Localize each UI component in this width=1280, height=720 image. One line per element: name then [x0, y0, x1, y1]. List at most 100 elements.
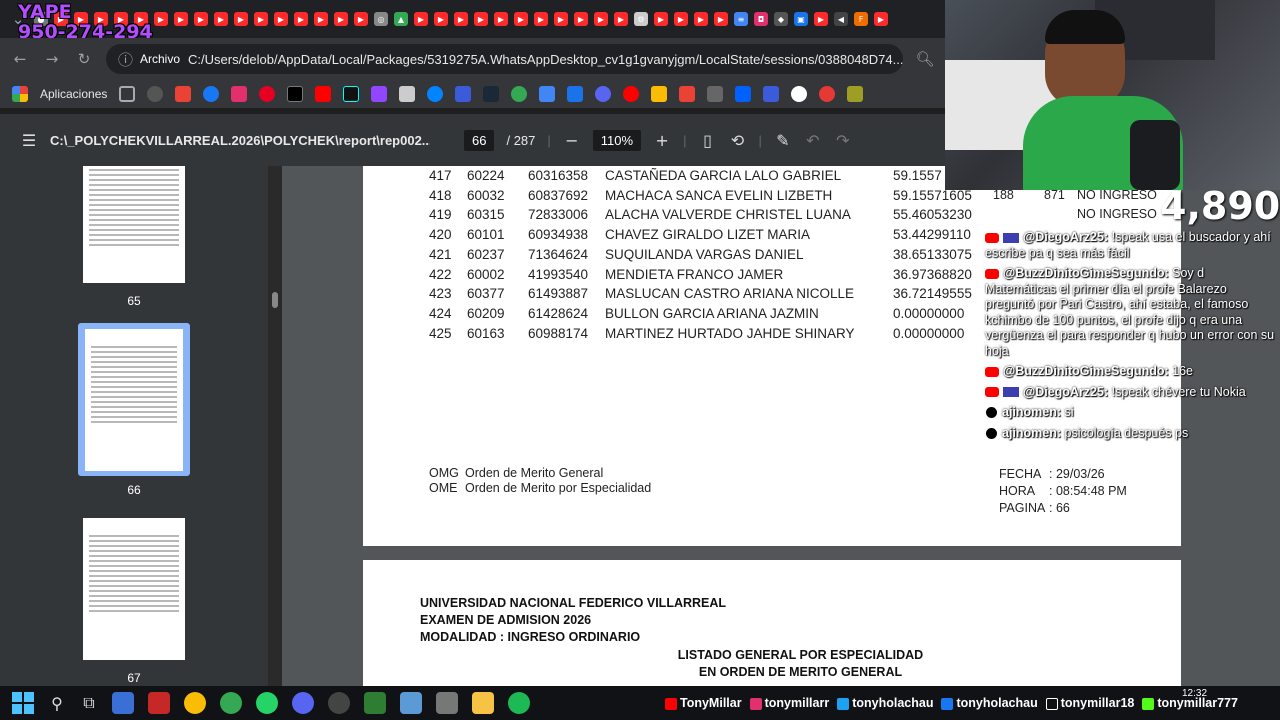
youtube-tab-icon[interactable]: ▶	[574, 12, 588, 26]
youtube-tab-icon[interactable]: ▶	[594, 12, 608, 26]
extension-tab-icon[interactable]: ◆	[774, 12, 788, 26]
page-number-input[interactable]: 66	[464, 129, 495, 151]
rotate-icon[interactable]: ⟲	[728, 131, 746, 150]
zoom-icon[interactable]: 🔍︎	[915, 50, 935, 68]
youtube-tab-icon[interactable]: ▶	[234, 12, 248, 26]
sidebar-scrollbar[interactable]	[268, 166, 282, 686]
grid-icon[interactable]	[119, 86, 136, 102]
messenger-icon[interactable]	[427, 86, 444, 102]
youtube-tab-icon[interactable]: ▶	[294, 12, 308, 26]
zoom-input[interactable]: 110%	[592, 129, 642, 151]
youtube-tab-icon[interactable]: ▶	[274, 12, 288, 26]
youtube-tab-icon[interactable]: ▶	[614, 12, 628, 26]
steam-icon[interactable]	[483, 86, 500, 102]
app4-icon[interactable]	[436, 692, 458, 714]
clock[interactable]: 12:32	[1182, 688, 1207, 699]
youtube-tab-icon[interactable]: ▶	[474, 12, 488, 26]
drive-icon[interactable]	[651, 86, 668, 102]
tiktok-icon[interactable]	[343, 86, 360, 102]
thumbnail-page-65[interactable]	[83, 166, 185, 283]
youtube-tab-icon[interactable]: ▶	[694, 12, 708, 26]
dropbox-icon[interactable]	[735, 86, 752, 102]
sound-tab-icon[interactable]: ◀	[834, 12, 848, 26]
game-icon[interactable]	[707, 86, 724, 102]
annotate-icon[interactable]: ✎	[774, 131, 792, 150]
undo-icon[interactable]: ↶	[804, 131, 822, 150]
player-icon[interactable]	[623, 86, 640, 102]
settings-tab-icon[interactable]: ⚙	[634, 12, 648, 26]
youtube-tab-icon[interactable]: ▶	[874, 12, 888, 26]
youtube-tab-icon[interactable]: ▶	[314, 12, 328, 26]
info-icon[interactable]: ⓘ	[118, 49, 133, 70]
youtube-tab-icon[interactable]: ▶	[194, 12, 208, 26]
zoom-in-icon[interactable]: +	[653, 131, 671, 150]
windows-start-icon[interactable]	[12, 692, 34, 714]
youtube-tab-icon[interactable]: ▶	[534, 12, 548, 26]
pinterest-icon[interactable]	[259, 86, 276, 102]
youtube-tab-icon[interactable]: ▶	[154, 12, 168, 26]
maps-icon[interactable]	[511, 86, 528, 102]
chrome-alt-icon[interactable]	[220, 692, 242, 714]
spotify-icon[interactable]	[508, 692, 530, 714]
youtube-tab-icon[interactable]: ▶	[814, 12, 828, 26]
thumbnail-page-66[interactable]	[85, 329, 183, 471]
github-icon[interactable]	[791, 86, 808, 102]
youtube-tab-icon[interactable]: ▶	[434, 12, 448, 26]
instagram-icon[interactable]	[231, 86, 248, 102]
translate-icon[interactable]	[567, 86, 584, 102]
thumbnail-page-67[interactable]	[83, 518, 185, 660]
scrollbar-thumb[interactable]	[272, 292, 278, 308]
gmail-icon[interactable]	[175, 86, 192, 102]
docs-tab-icon[interactable]: ≡	[734, 12, 748, 26]
fv-tab-icon[interactable]: F	[854, 12, 868, 26]
youtube-tab-icon[interactable]: ▶	[354, 12, 368, 26]
youtube-tab-icon[interactable]: ▶	[454, 12, 468, 26]
youtube-tab-icon[interactable]: ▶	[674, 12, 688, 26]
bookmark-icon[interactable]	[147, 86, 164, 102]
chrome-icon[interactable]	[184, 692, 206, 714]
app2-icon[interactable]	[364, 692, 386, 714]
youtube-tab-icon[interactable]: ▶	[254, 12, 268, 26]
translate-tab-icon[interactable]: ▣	[794, 12, 808, 26]
alert-icon[interactable]	[819, 86, 836, 102]
url-field[interactable]: ⓘ Archivo C:/Users/delob/AppData/Local/P…	[106, 44, 903, 74]
thumbnail-selected-frame[interactable]	[78, 323, 190, 476]
youtube-tab-icon[interactable]: ▶	[214, 12, 228, 26]
twitch-icon[interactable]	[371, 86, 388, 102]
zoom-out-icon[interactable]: −	[563, 131, 581, 150]
redo-icon[interactable]: ↷	[834, 131, 852, 150]
reload-icon[interactable]: ↻	[74, 50, 94, 68]
facebook-icon[interactable]	[203, 86, 220, 102]
mail-icon[interactable]	[399, 86, 416, 102]
apps-icon[interactable]	[12, 86, 28, 102]
app2-icon[interactable]	[763, 86, 780, 102]
youtube-icon[interactable]	[315, 86, 332, 102]
app3-icon[interactable]	[847, 86, 864, 102]
youtube-tab-icon[interactable]: ▶	[514, 12, 528, 26]
menu-icon[interactable]: ☰	[20, 131, 38, 150]
obs-icon[interactable]	[328, 692, 350, 714]
youtube-tab-icon[interactable]: ▶	[174, 12, 188, 26]
globe-tab-icon[interactable]: ◎	[374, 12, 388, 26]
discord-icon[interactable]	[292, 692, 314, 714]
apps-label[interactable]: Aplicaciones	[40, 87, 107, 101]
task-view-icon[interactable]: ⧉	[80, 693, 98, 713]
app3-icon[interactable]	[400, 692, 422, 714]
google-icon[interactable]	[539, 86, 556, 102]
youtube-tab-icon[interactable]: ▶	[554, 12, 568, 26]
instagram-tab-icon[interactable]: ◘	[754, 12, 768, 26]
youtube-tab-icon[interactable]: ▶	[654, 12, 668, 26]
whatsapp-icon[interactable]	[256, 692, 278, 714]
photos-icon[interactable]	[679, 86, 696, 102]
drive-tab-icon[interactable]: ▲	[394, 12, 408, 26]
voice-app-icon[interactable]	[148, 692, 170, 714]
fit-page-icon[interactable]: ▯	[698, 131, 716, 150]
discord-icon[interactable]	[595, 86, 612, 102]
app-icon[interactable]	[455, 86, 472, 102]
search-icon[interactable]: ⚲	[48, 694, 66, 713]
youtube-tab-icon[interactable]: ▶	[494, 12, 508, 26]
youtube-tab-icon[interactable]: ▶	[414, 12, 428, 26]
app-icon[interactable]	[112, 692, 134, 714]
folder-icon[interactable]	[472, 692, 494, 714]
youtube-tab-icon[interactable]: ▶	[714, 12, 728, 26]
